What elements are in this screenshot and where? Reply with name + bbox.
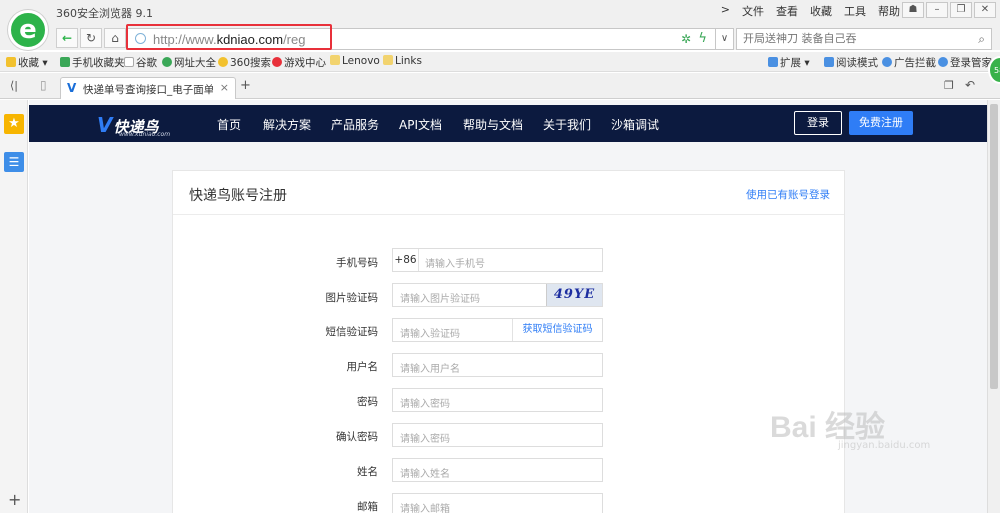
username-field[interactable]: 请输入用户名 (392, 353, 603, 377)
captcha-field[interactable]: 请输入图片验证码 49YE (392, 283, 603, 307)
address-highlight-box (126, 24, 332, 50)
nav-help[interactable]: 帮助与文档 (463, 116, 523, 133)
app-title: 360安全浏览器 9.1 (56, 7, 153, 20)
nav-sandbox[interactable]: 沙箱调试 (611, 116, 659, 133)
tab-label: 快递单号查询接口_电子面单_API (83, 84, 213, 96)
sidebar-toggle-icon[interactable]: ⟨| (10, 79, 18, 92)
bookmark-360search[interactable]: 360搜索 (218, 55, 271, 70)
email-label: 邮箱 (357, 501, 378, 513)
kdniao-favicon-icon: V (67, 81, 77, 95)
tab-kdniao[interactable]: V 快递单号查询接口_电子面单_API × (60, 77, 236, 99)
site-header: V快递鸟 www.kdniao.com 首页 解决方案 产品服务 API文档 帮… (29, 105, 987, 142)
login-button[interactable]: 登录 (794, 111, 842, 135)
page-title: 快递鸟账号注册 (189, 188, 287, 204)
country-code[interactable]: +86 (393, 249, 419, 271)
back-arrow-icon[interactable]: ← (56, 28, 78, 48)
username-label: 用户名 (346, 361, 379, 373)
tab-list-icon[interactable]: ▯ (40, 78, 47, 92)
phone-label: 手机号码 (336, 257, 378, 269)
menu-view[interactable]: 查看 (776, 3, 798, 19)
bookmark-google[interactable]: 谷歌 (124, 55, 157, 70)
nav-home[interactable]: 首页 (217, 116, 241, 133)
add-sidebar-icon[interactable]: + (8, 490, 21, 509)
close-tab-icon[interactable]: × (220, 81, 229, 94)
search-input[interactable] (743, 32, 963, 45)
undo-close-icon[interactable]: ↶ (965, 78, 975, 92)
menu-tools[interactable]: 工具 (844, 3, 866, 19)
name-field[interactable]: 请输入姓名 (392, 458, 603, 482)
window-controls: ☗ – ❐ ✕ (902, 2, 996, 18)
nav-about[interactable]: 关于我们 (543, 116, 591, 133)
bookmark-lenovo[interactable]: Lenovo (330, 55, 380, 67)
login-manager-button[interactable]: 登录管家 (938, 55, 992, 70)
scrollbar-thumb[interactable] (990, 104, 998, 389)
favorites-star-icon[interactable]: ★ (4, 114, 24, 134)
captcha-image[interactable]: 49YE (546, 284, 602, 306)
maximize-button[interactable]: ❐ (950, 2, 972, 18)
bookmark-mobile[interactable]: 手机收藏夹 (60, 55, 125, 70)
browser-sidebar: ★ ☰ + (0, 100, 28, 513)
bookmark-favorites[interactable]: 收藏 ▾ (6, 55, 48, 70)
search-icon[interactable]: ⌕ (978, 32, 985, 47)
menu-help[interactable]: 帮助 (878, 3, 900, 19)
existing-account-login-link[interactable]: 使用已有账号登录 (746, 187, 830, 202)
nav-api-docs[interactable]: API文档 (399, 116, 442, 133)
tab-bar: ⟨| ▯ V 快递单号查询接口_电子面单_API × + ❐ ↶ (0, 73, 1000, 99)
menu-favorites[interactable]: 收藏 (810, 3, 832, 19)
page-content: V快递鸟 www.kdniao.com 首页 解决方案 产品服务 API文档 帮… (29, 100, 987, 513)
baidu-watermark: Bai 经验 jingyan.baidu.com (770, 411, 931, 451)
browser-logo-icon[interactable]: e (8, 10, 48, 50)
get-sms-code-button[interactable]: 获取短信验证码 (512, 319, 602, 341)
minimize-button[interactable]: – (926, 2, 948, 18)
security-icon[interactable]: ✲ (681, 32, 691, 46)
password-label: 密码 (357, 396, 378, 408)
confirm-password-field[interactable]: 请输入密码 (392, 423, 603, 447)
close-window-button[interactable]: ✕ (974, 2, 996, 18)
title-bar: 360安全浏览器 9.1 > 文件 查看 收藏 工具 帮助 ☗ – ❐ ✕ (0, 0, 1000, 26)
confirm-password-label: 确认密码 (336, 431, 378, 443)
captcha-label: 图片验证码 (325, 292, 379, 304)
email-field[interactable]: 请输入邮箱 (392, 493, 603, 513)
address-dropdown-icon[interactable]: ∨ (716, 28, 734, 50)
extensions-button[interactable]: 扩展 ▾ (768, 55, 810, 70)
home-icon[interactable]: ⌂ (104, 28, 126, 48)
refresh-icon[interactable]: ↻ (80, 28, 102, 48)
restore-tabs-icon[interactable]: ❐ (944, 79, 954, 92)
reading-mode-button[interactable]: 阅读模式 (824, 55, 878, 70)
bookmark-links[interactable]: Links (383, 55, 422, 67)
skin-icon[interactable]: ☗ (902, 2, 924, 18)
sms-code-label: 短信验证码 (325, 326, 379, 338)
register-card: 快递鸟账号注册 使用已有账号登录 手机号码 +86 请输入手机号 图片验证码 请… (172, 170, 845, 513)
sms-code-field[interactable]: 请输入验证码 获取短信验证码 (392, 318, 603, 342)
nav-solutions[interactable]: 解决方案 (263, 116, 311, 133)
bookmark-hao123[interactable]: 网址大全 (162, 55, 216, 70)
search-box[interactable]: ⌕ (736, 28, 992, 50)
menu-bar: > 文件 查看 收藏 工具 帮助 (721, 3, 900, 19)
register-button[interactable]: 免费注册 (849, 111, 913, 135)
name-label: 姓名 (357, 466, 378, 478)
speed-mode-icon[interactable]: ϟ (698, 31, 707, 46)
site-logo[interactable]: V快递鸟 www.kdniao.com (97, 113, 170, 138)
bookmarks-bar: 收藏 ▾ 手机收藏夹 谷歌 网址大全 360搜索 游戏中心 Lenovo Lin… (0, 52, 1000, 72)
menu-file[interactable]: 文件 (742, 3, 764, 19)
bookmark-games[interactable]: 游戏中心 (272, 55, 326, 70)
new-tab-button[interactable]: + (240, 78, 251, 93)
nav-products[interactable]: 产品服务 (331, 116, 379, 133)
card-header: 快递鸟账号注册 使用已有账号登录 (173, 171, 844, 215)
password-field[interactable]: 请输入密码 (392, 388, 603, 412)
phone-field[interactable]: +86 请输入手机号 (392, 248, 603, 272)
page-scrollbar[interactable] (987, 100, 1000, 513)
adblock-button[interactable]: 广告拦截 (882, 55, 936, 70)
notes-icon[interactable]: ☰ (4, 152, 24, 172)
menu-prefix[interactable]: > (721, 3, 730, 19)
